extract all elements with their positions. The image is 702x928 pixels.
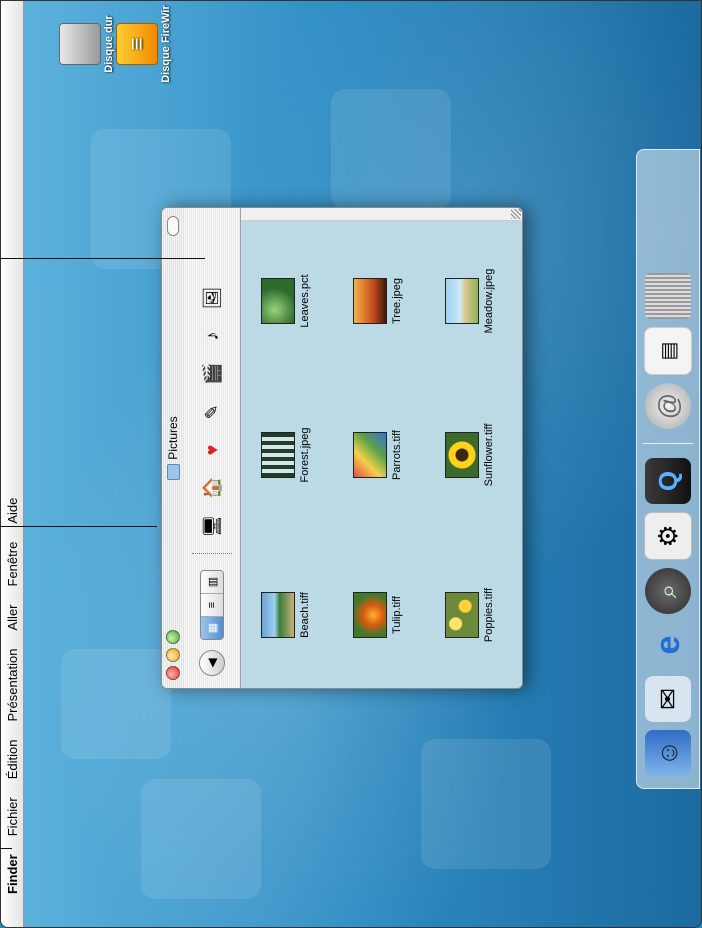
file-item[interactable]: Beach.tiff: [261, 560, 311, 670]
callout-line: [0, 258, 205, 259]
close-button[interactable]: [166, 666, 180, 680]
file-item[interactable]: Sunflower.tiff: [445, 400, 495, 510]
file-name: Forest.jpeg: [299, 427, 311, 483]
file-name: Sunflower.tiff: [483, 423, 495, 487]
desktop-screen: Finder Fichier Édition Présentation Alle…: [1, 1, 701, 927]
menu-aller[interactable]: Aller: [5, 595, 20, 639]
movies-icon[interactable]: 🎬: [197, 359, 227, 389]
image-thumbnail: [261, 592, 295, 638]
file-name: Meadow.jpeg: [483, 268, 495, 334]
file-name: Leaves.pct: [299, 274, 311, 328]
sherlock-icon[interactable]: ⌕: [645, 568, 691, 614]
applications-icon[interactable]: ✎: [197, 397, 227, 427]
hard-disk-icon: [59, 23, 101, 65]
back-icon: ◀: [199, 650, 225, 676]
view-icons-icon[interactable]: ▦: [201, 616, 223, 639]
wallpaper-shape: [61, 649, 171, 759]
file-item[interactable]: Meadow.jpeg: [445, 246, 495, 356]
image-thumbnail: [445, 278, 479, 324]
file-name: Tulip.tiff: [391, 596, 403, 634]
folder-icon: [166, 463, 180, 480]
finder-window: Pictures ◀ ▦ ≡ ▥ 🖥 🏠 ♥ ✎ 🎬 ♪ 🖼 Beach.tif…: [161, 207, 523, 689]
menu-edition[interactable]: Édition: [5, 731, 20, 789]
documents-icon[interactable]: ▤: [644, 327, 692, 375]
file-item[interactable]: Poppies.tiff: [445, 560, 495, 670]
menu-finder[interactable]: Finder: [5, 845, 20, 903]
file-item[interactable]: Parrots.tiff: [353, 400, 403, 510]
window-toolbar: ◀ ▦ ≡ ▥ 🖥 🏠 ♥ ✎ 🎬 ♪ 🖼: [184, 208, 241, 688]
computer-icon[interactable]: 🖥: [197, 511, 227, 541]
menu-presentation[interactable]: Présentation: [5, 640, 20, 731]
view-list-icon[interactable]: ≡: [201, 593, 223, 616]
vertical-scrollbar[interactable]: [241, 208, 522, 221]
view-columns-icon[interactable]: ▥: [201, 571, 223, 593]
image-thumbnail: [445, 432, 479, 478]
window-title-text: Pictures: [166, 416, 180, 460]
minimize-button[interactable]: [166, 648, 180, 662]
internet-location-icon[interactable]: @: [645, 383, 691, 429]
image-thumbnail: [353, 592, 387, 638]
dock-separator: [643, 443, 693, 444]
disk-label: Disque dur: [103, 15, 115, 73]
toolbar-toggle-button[interactable]: [167, 216, 179, 236]
image-thumbnail: [261, 432, 295, 478]
system-preferences-icon[interactable]: ⚙: [644, 512, 692, 560]
file-name: Poppies.tiff: [483, 587, 495, 643]
firewire-disk-icon: ≡: [116, 23, 158, 65]
window-titlebar[interactable]: Pictures: [162, 208, 184, 688]
zoom-button[interactable]: [166, 630, 180, 644]
internet-explorer-icon[interactable]: e: [645, 622, 691, 668]
file-item[interactable]: Tree.jpeg: [353, 246, 403, 356]
image-thumbnail: [445, 592, 479, 638]
resize-handle[interactable]: [511, 209, 521, 219]
file-item[interactable]: Forest.jpeg: [261, 400, 311, 510]
quicktime-icon[interactable]: Q: [645, 458, 691, 504]
screen-frame: Finder Fichier Édition Présentation Alle…: [0, 0, 702, 928]
file-item[interactable]: Leaves.pct: [261, 246, 311, 356]
image-thumbnail: [353, 432, 387, 478]
favorites-icon[interactable]: ♥: [197, 435, 227, 465]
toolbar-separator: [192, 553, 232, 554]
pictures-icon[interactable]: 🖼: [197, 283, 227, 313]
menu-fichier[interactable]: Fichier: [5, 788, 20, 845]
file-name: Beach.tiff: [299, 592, 311, 638]
callout-line: [0, 526, 157, 527]
wallpaper-shape: [331, 89, 451, 209]
wallpaper-shape: [421, 739, 551, 869]
wallpaper-shape: [141, 779, 261, 899]
back-button[interactable]: ◀: [197, 648, 227, 678]
callout-line: [0, 848, 12, 849]
menu-fenetre[interactable]: Fenêtre: [5, 533, 20, 596]
finder-icon[interactable]: ☺: [645, 730, 691, 776]
desktop-disk-firewire[interactable]: ≡ Disque FireWir: [116, 4, 172, 84]
file-name: Parrots.tiff: [391, 430, 403, 480]
window-title: Pictures: [162, 416, 184, 480]
file-name: Tree.jpeg: [391, 277, 403, 325]
home-icon[interactable]: 🏠: [197, 473, 227, 503]
trash-icon[interactable]: [645, 273, 691, 319]
disk-label: Disque FireWir: [160, 5, 172, 83]
menu-bar: Finder Fichier Édition Présentation Alle…: [1, 1, 24, 927]
image-thumbnail: [353, 278, 387, 324]
view-switcher: ▦ ≡ ▥: [200, 570, 224, 640]
image-thumbnail: [261, 278, 295, 324]
window-content: Beach.tiff Forest.jpeg Leaves.pct Tulip.…: [241, 220, 522, 688]
music-icon[interactable]: ♪: [197, 321, 227, 351]
desktop-disk-hd[interactable]: Disque dur: [59, 4, 115, 84]
dock: ☺ ✉ e ⌕ ⚙ Q @ ▤: [636, 149, 700, 789]
mail-icon[interactable]: ✉: [645, 676, 691, 722]
file-item[interactable]: Tulip.tiff: [353, 560, 403, 670]
